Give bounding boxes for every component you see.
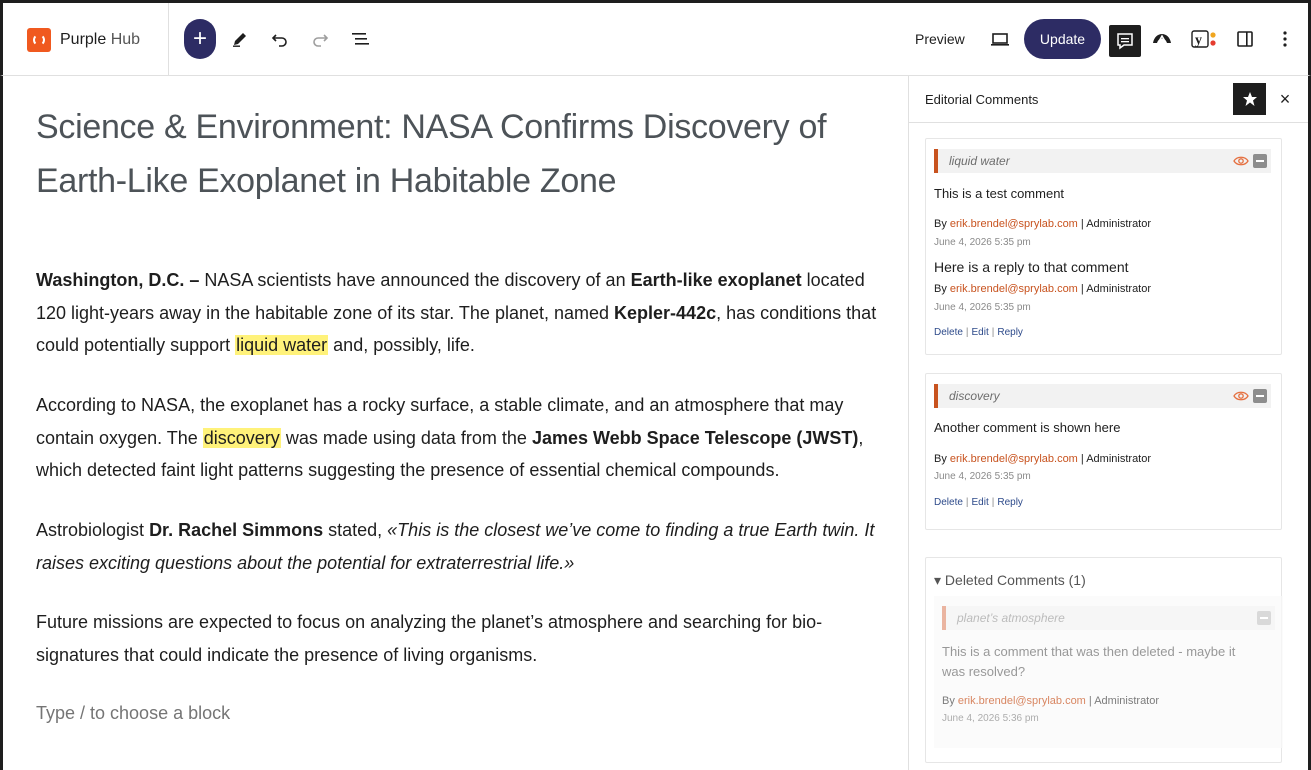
author-email: erik.brendel@sprylab.com — [949, 453, 1078, 465]
comment-author: By erik.brendel@sprylab.com | Administra… — [934, 218, 1151, 230]
comment-anchor-quote[interactable]: discovery — [934, 384, 1271, 408]
dateline: Washington, D.C. – — [36, 270, 200, 290]
author-email: erik.brendel@sprylab.com — [949, 283, 1078, 295]
brand-name-thin: Hub — [106, 30, 141, 48]
reply-link[interactable]: Reply — [997, 327, 1023, 338]
post-title[interactable]: Science & Environment: NASA Confirms Dis… — [36, 100, 886, 208]
bold-jwst: James Webb Space Telescope (JWST) — [531, 427, 859, 448]
deleted-comment: planet’s atmosphere This is a comment th… — [934, 596, 1283, 748]
by-label: By — [934, 218, 950, 230]
collapse-icon[interactable] — [1253, 389, 1267, 403]
close-icon[interactable]: × — [1274, 88, 1296, 110]
editorial-comments-toggle[interactable] — [1109, 25, 1141, 57]
comment-actions: Delete | Edit | Reply — [934, 497, 1023, 508]
bold-earth-like: Earth-like exoplanet — [630, 270, 802, 290]
svg-text:y: y — [1195, 33, 1202, 48]
add-block-button[interactable]: + — [184, 19, 216, 59]
comment-date: June 4, 2026 5:36 pm — [942, 713, 1039, 724]
by-label: By — [942, 695, 958, 707]
comment-author: By erik.brendel@sprylab.com | Administra… — [934, 453, 1151, 465]
settings-sidebar-icon[interactable] — [1229, 19, 1261, 59]
comment-actions: Delete | Edit | Reply — [934, 327, 1023, 338]
author-role: | Administrator — [1077, 218, 1152, 230]
reply-link[interactable]: Reply — [997, 497, 1023, 508]
document-overview-icon[interactable] — [344, 19, 376, 59]
quote-text: discovery — [949, 389, 1000, 403]
edit-link[interactable]: Edit — [972, 497, 989, 508]
brand[interactable]: Purple Hub — [3, 3, 169, 76]
paragraph-1[interactable]: Washington, D.C. – NASA scientists have … — [36, 264, 886, 362]
deleted-comments-toggle[interactable]: ▾ Deleted Comments (1) — [934, 572, 1086, 589]
sidebar-title: Editorial Comments — [925, 91, 1039, 107]
paragraph-3-text-b: stated, — [323, 520, 388, 540]
comment-date: June 4, 2026 5:35 pm — [934, 237, 1031, 248]
editorial-comments-sidebar: Editorial Comments × liquid water This i… — [908, 76, 1311, 770]
reply-date: June 4, 2026 5:35 pm — [934, 302, 1031, 313]
paragraph-4[interactable]: Future missions are expected to focus on… — [36, 606, 886, 671]
paragraph-1-text-a: NASA scientists have announced the disco… — [199, 270, 631, 290]
brand-logo-icon — [27, 27, 51, 52]
sidebar-header: Editorial Comments × — [909, 76, 1308, 123]
author-email: erik.brendel@sprylab.com — [957, 695, 1086, 707]
comment-anchor-quote[interactable]: liquid water — [934, 149, 1271, 173]
highlight-liquid-water[interactable]: liquid water — [235, 335, 329, 355]
comment-text: This is a test comment — [934, 186, 1065, 201]
paragraph-2-text-b: was made using data from the — [280, 427, 532, 448]
bold-kepler: Kepler-442c — [614, 302, 717, 323]
comment-anchor-quote: planet’s atmosphere — [942, 606, 1275, 630]
yoast-seo-icon[interactable]: y — [1188, 19, 1220, 59]
quote-text: planet’s atmosphere — [957, 611, 1065, 625]
bold-rachel-simmons: Dr. Rachel Simmons — [149, 520, 324, 540]
paragraph-3-text-a: Astrobiologist — [36, 520, 150, 540]
comment-text: Another comment is shown here — [934, 420, 1121, 435]
paragraph-2[interactable]: According to NASA, the exoplanet has a r… — [36, 389, 886, 487]
preview-button[interactable]: Preview — [909, 19, 971, 59]
by-label: By — [934, 283, 950, 295]
highlight-discovery[interactable]: discovery — [202, 427, 281, 448]
comment-thread: discovery Another comment is shown here … — [925, 373, 1282, 530]
redo-icon[interactable] — [304, 19, 336, 59]
author-role: | Administrator — [1077, 283, 1152, 295]
brand-name: Purple Hub — [60, 31, 140, 49]
deleted-comments-panel: ▾ Deleted Comments (1) planet’s atmosphe… — [925, 557, 1283, 763]
author-email: erik.brendel@sprylab.com — [949, 218, 1078, 230]
block-placeholder[interactable]: Type / to choose a block — [36, 703, 230, 724]
reply-text: Here is a reply to that comment — [934, 259, 1129, 275]
comment-text: This is a comment that was then deleted … — [942, 644, 1236, 679]
desktop-view-icon[interactable] — [984, 19, 1016, 59]
reply-author: By erik.brendel@sprylab.com | Administra… — [934, 283, 1151, 295]
more-options-icon[interactable] — [1269, 19, 1301, 59]
collapse-icon[interactable] — [1253, 154, 1267, 168]
by-label: By — [934, 453, 950, 465]
edit-link[interactable]: Edit — [972, 327, 989, 338]
update-button[interactable]: Update — [1024, 19, 1101, 59]
delete-link[interactable]: Delete — [934, 327, 963, 338]
comment-author: By erik.brendel@sprylab.com | Administra… — [942, 695, 1159, 707]
author-role: | Administrator — [1085, 695, 1160, 707]
editor-canvas: Science & Environment: NASA Confirms Dis… — [0, 76, 908, 770]
paragraph-1-text-d: and, possibly, life. — [328, 335, 475, 355]
eye-icon[interactable] — [1233, 389, 1249, 403]
comment-date: June 4, 2026 5:35 pm — [934, 471, 1031, 482]
delete-link[interactable]: Delete — [934, 497, 963, 508]
edit-pencil-icon[interactable] — [224, 19, 256, 59]
undo-icon[interactable] — [264, 19, 296, 59]
editor-toolbar: Purple Hub + Preview Update y — [0, 0, 1311, 76]
brand-name-bold: Purple — [60, 30, 107, 48]
paragraph-3[interactable]: Astrobiologist Dr. Rachel Simmons stated… — [36, 514, 886, 579]
author-role: | Administrator — [1077, 453, 1152, 465]
star-icon[interactable] — [1233, 83, 1266, 115]
collapse-icon[interactable] — [1257, 611, 1271, 625]
plugin-logo-icon[interactable] — [1146, 19, 1178, 59]
comment-thread: liquid water This is a test comment By e… — [925, 138, 1282, 355]
eye-icon[interactable] — [1233, 154, 1249, 168]
quote-text: liquid water — [949, 154, 1010, 168]
